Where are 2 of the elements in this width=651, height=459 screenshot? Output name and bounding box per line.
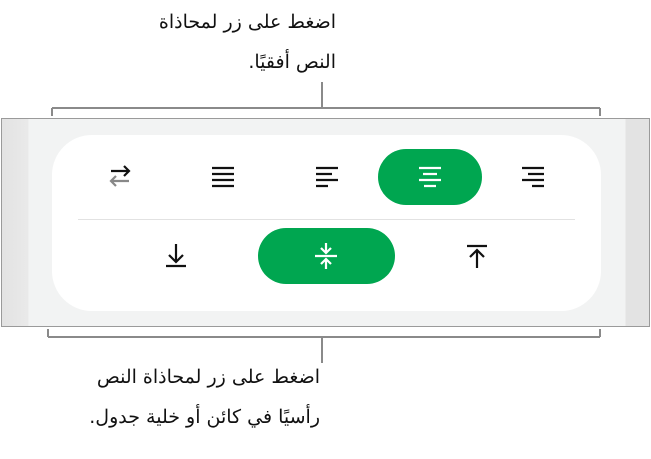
callout-text: اضغط على زر لمحاذاة النص رأسيًا في كائن أو خلية جدول. [88, 365, 320, 430]
callout-text: اضغط على زر لمحاذاة النص أفقيًا. [158, 10, 336, 75]
